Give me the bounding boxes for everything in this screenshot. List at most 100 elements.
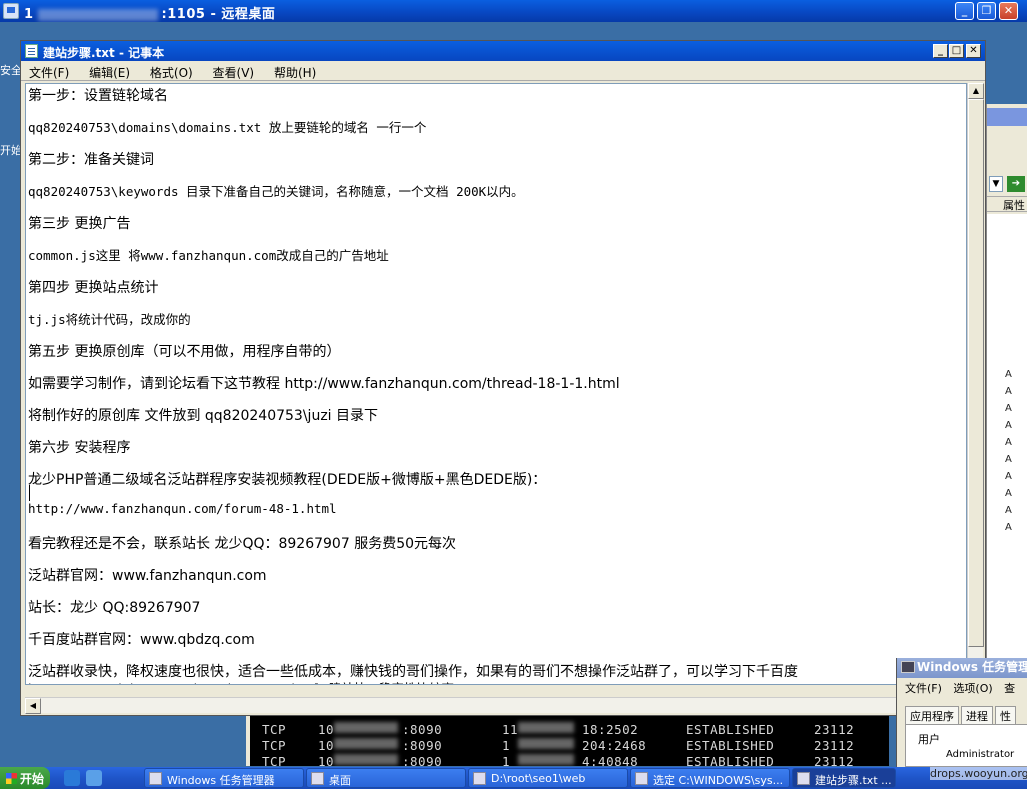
- task-manager-icon: [901, 661, 915, 673]
- attribute-cell: A: [1005, 454, 1012, 465]
- attribute-cell: A: [1005, 403, 1012, 414]
- text-line: 站长：龙少 QQ:89267907: [28, 600, 201, 616]
- redacted-ip: [334, 722, 398, 733]
- text-line: 第二步：准备关键词: [28, 152, 154, 168]
- console-proto: TCP: [262, 722, 287, 737]
- redacted-ip: [334, 738, 398, 749]
- taskbar-item-notepad[interactable]: 建站步骤.txt ...: [792, 768, 896, 788]
- show-desktop-icon[interactable]: [86, 770, 102, 786]
- taskbar-item-task-manager[interactable]: Windows 任务管理器: [144, 768, 304, 788]
- redacted-ip: [334, 754, 398, 765]
- taskbar-item-web-folder[interactable]: D:\root\seo1\web: [468, 768, 628, 788]
- text-line: http://www.fanzhanqun.com/forum-48-1.htm…: [28, 501, 337, 516]
- start-button[interactable]: 开始: [0, 767, 50, 789]
- command-prompt-window[interactable]: TCP 10 :8090 11 18:2502 ESTABLISHED 23112 TCP 10…: [246, 716, 889, 766]
- taskbar-item-label: 桌面: [329, 774, 351, 787]
- task-manager-icon: [149, 772, 162, 785]
- tm-menu-options[interactable]: 选项(O): [953, 682, 992, 695]
- console-proto: TCP: [262, 754, 287, 766]
- text-line: tj.js将统计代码，改成你的: [28, 312, 191, 327]
- redacted-ip: [37, 8, 158, 21]
- close-button[interactable]: ✕: [999, 2, 1018, 20]
- notepad-icon: [25, 44, 38, 58]
- console-remote-port: 4:40848: [582, 754, 639, 766]
- watermark-text: drops.wooyun.org: [930, 767, 1027, 780]
- folder-icon: [311, 772, 324, 785]
- cmd-icon: [635, 772, 648, 785]
- scroll-up-icon[interactable]: ▲: [968, 83, 984, 99]
- task-manager-panel: 用户 Administrator: [905, 724, 1027, 767]
- notepad-minimize-button[interactable]: _: [933, 44, 948, 58]
- menu-help[interactable]: 帮助(H): [266, 61, 324, 81]
- menu-edit[interactable]: 编辑(E): [81, 61, 138, 81]
- windows-flag-icon: [6, 773, 17, 784]
- console-state: ESTABLISHED: [686, 754, 775, 766]
- horizontal-scrollbar[interactable]: ◀: [25, 697, 967, 714]
- console-local-ip: 10: [318, 754, 335, 766]
- remote-desktop-title: 1:1105 - 远程桌面: [24, 7, 276, 22]
- taskbar-item-cmd[interactable]: 选定 C:\WINDOWS\sys...: [630, 768, 790, 788]
- tab-applications[interactable]: 应用程序: [905, 706, 959, 725]
- attribute-column: A A A A A A A A A A: [1005, 366, 1012, 536]
- scroll-left-icon[interactable]: ◀: [25, 698, 41, 714]
- menu-view[interactable]: 查看(V): [205, 61, 263, 81]
- taskbar: 开始 Windows 任务管理器 桌面 D:\root\seo1\web 选定 …: [0, 767, 1027, 789]
- tab-processes[interactable]: 进程: [961, 706, 993, 725]
- dropdown-arrow-icon[interactable]: ▼: [989, 176, 1003, 192]
- taskbar-item-label: D:\root\seo1\web: [491, 772, 586, 785]
- redacted-ip: [518, 722, 574, 733]
- console-pid: 23112: [814, 738, 855, 753]
- tm-user-name: Administrator: [946, 749, 1015, 760]
- notepad-titlebar[interactable]: 建站步骤.txt - 记事本 _ □ ✕: [21, 41, 985, 61]
- console-remote-port: 18:2502: [582, 722, 639, 737]
- notepad-window[interactable]: 建站步骤.txt - 记事本 _ □ ✕ 文件(F) 编辑(E) 格式(O) 查…: [20, 40, 986, 716]
- console-state: ESTABLISHED: [686, 738, 775, 753]
- background-window-right[interactable]: ▼ ➔ 属性 A A A A A A A A A A: [986, 104, 1027, 664]
- console-local-port: :8090: [402, 722, 443, 737]
- notepad-text-area[interactable]: 第一步：设置链轮域名 qq820240753\domains\domains.tx…: [25, 83, 967, 685]
- console-remote-ip: 11: [502, 722, 519, 737]
- task-manager-menubar: 文件(F) 选项(O) 查: [897, 680, 1015, 696]
- text-line: 如需要学习制作，请到论坛看下这节教程 http://www.fanzhanqun…: [28, 376, 620, 392]
- remote-desktop-titlebar[interactable]: 1:1105 - 远程桌面 _ ❐ ✕: [0, 0, 1027, 22]
- attribute-cell: A: [1005, 369, 1012, 380]
- attribute-cell: A: [1005, 522, 1012, 533]
- text-line: 龙少PHP普通二级域名泛站群程序安装视频教程(DEDE版+微博版+黑色DEDE版…: [28, 472, 547, 488]
- notepad-menubar: 文件(F) 编辑(E) 格式(O) 查看(V) 帮助(H): [21, 61, 985, 81]
- taskbar-item-label: 选定 C:\WINDOWS\sys...: [653, 774, 784, 787]
- minimize-button[interactable]: _: [955, 2, 974, 20]
- notepad-maximize-button[interactable]: □: [949, 44, 964, 58]
- background-window-titlebar: [987, 108, 1027, 126]
- taskbar-item-label: 建站步骤.txt ...: [815, 774, 892, 787]
- attribute-cell: A: [1005, 386, 1012, 397]
- attribute-cell: A: [1005, 471, 1012, 482]
- text-line: 第五步 更换原创库（可以不用做，用程序自带的）: [28, 344, 341, 360]
- menu-format[interactable]: 格式(O): [142, 61, 201, 81]
- scroll-thumb[interactable]: [968, 99, 984, 647]
- desktop-label-2: 开始: [0, 144, 22, 157]
- tab-performance[interactable]: 性: [995, 706, 1016, 725]
- console-state: ESTABLISHED: [686, 722, 775, 737]
- vertical-scrollbar[interactable]: ▲ ▼: [967, 83, 984, 685]
- task-manager-window[interactable]: Windows 任务管理 文件(F) 选项(O) 查 应用程序 进程性 用户 Ad…: [896, 658, 1027, 767]
- text-line: 第六步 安装程序: [28, 440, 131, 456]
- console-local-ip: 10: [318, 722, 335, 737]
- go-arrow-icon[interactable]: ➔: [1007, 176, 1025, 192]
- tm-menu-file[interactable]: 文件(F): [905, 682, 942, 695]
- text-line: 泛站群官网：www.fanzhanqun.com: [28, 568, 267, 584]
- attribute-cell: A: [1005, 488, 1012, 499]
- tm-column-user[interactable]: 用户: [918, 731, 940, 747]
- tm-menu-view[interactable]: 查: [1004, 682, 1015, 695]
- task-manager-titlebar[interactable]: Windows 任务管理: [897, 658, 1027, 678]
- text-line: 第一步：设置链轮域名: [28, 88, 168, 104]
- menu-file[interactable]: 文件(F): [21, 61, 77, 81]
- redacted-ip: [518, 754, 574, 765]
- text-line: 千百度站群官网：www.qbdzq.com: [28, 632, 255, 648]
- ie-icon[interactable]: [64, 770, 80, 786]
- desktop-label-1: 安全: [0, 64, 22, 77]
- taskbar-item-desktop[interactable]: 桌面: [306, 768, 466, 788]
- restore-button[interactable]: ❐: [977, 2, 996, 20]
- column-header-properties[interactable]: 属性: [987, 196, 1027, 212]
- notepad-close-button[interactable]: ✕: [966, 44, 981, 58]
- console-remote-ip: 1: [502, 738, 511, 753]
